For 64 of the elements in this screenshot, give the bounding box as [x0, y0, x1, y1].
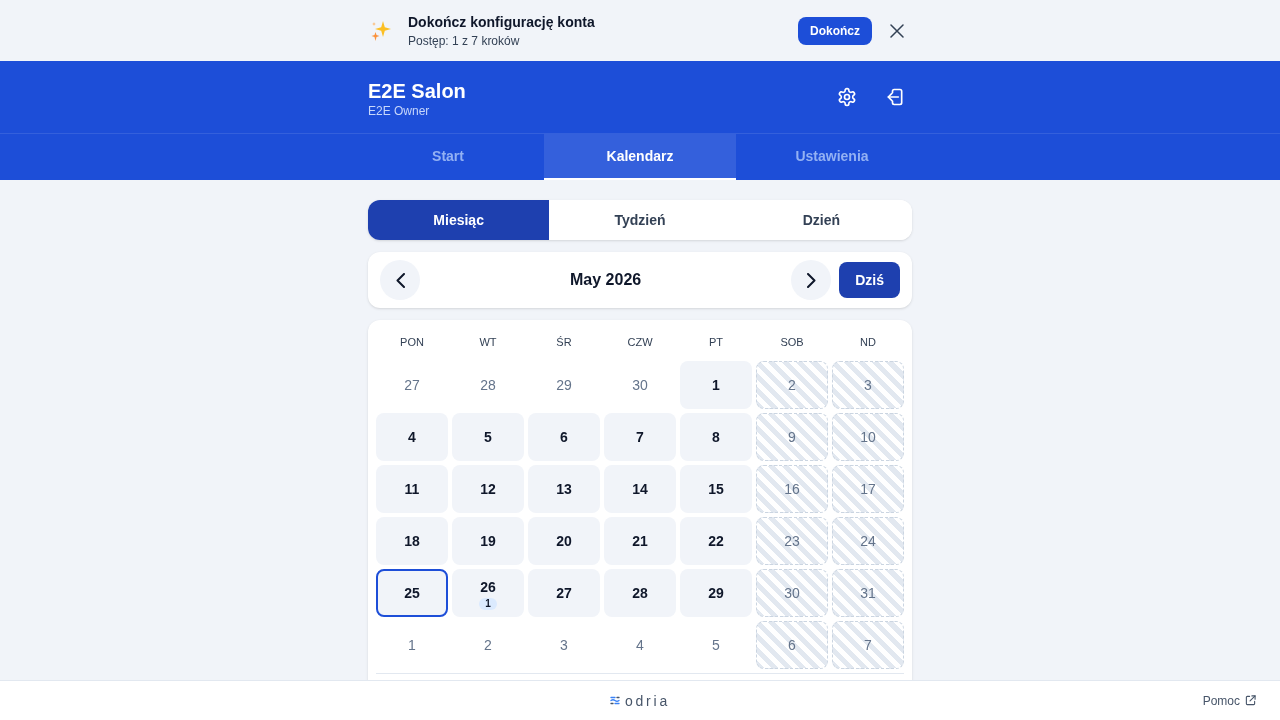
calendar-day[interactable]: 16: [756, 465, 828, 513]
calendar-day[interactable]: 1: [680, 361, 752, 409]
calendar-day[interactable]: 18: [376, 517, 448, 565]
calendar-day[interactable]: 11: [376, 465, 448, 513]
calendar-day[interactable]: 20: [528, 517, 600, 565]
chevron-left-icon: [395, 272, 405, 288]
logo-icon: [609, 696, 620, 705]
calendar-day[interactable]: 7: [832, 621, 904, 669]
weekday-label: PT: [708, 335, 724, 350]
close-icon: [890, 23, 904, 38]
user-role: E2E Owner: [368, 103, 431, 119]
calendar-day[interactable]: 3: [832, 361, 904, 409]
weekday-label: PON: [400, 335, 424, 350]
calendar-day[interactable]: 22: [680, 517, 752, 565]
calendar-day[interactable]: 7: [604, 413, 676, 461]
calendar-day[interactable]: 23: [756, 517, 828, 565]
external-link-icon: [1245, 695, 1256, 706]
close-button[interactable]: [888, 21, 906, 40]
calendar-day[interactable]: 30: [756, 569, 828, 617]
next-month-button[interactable]: [791, 260, 832, 300]
calendar-day[interactable]: 13: [528, 465, 600, 513]
calendar-day[interactable]: 27: [528, 569, 600, 617]
calendar-day[interactable]: 31: [832, 569, 904, 617]
banner-title: Dokończ konfigurację konta: [408, 13, 595, 32]
weekday-label: WT: [479, 335, 497, 350]
weekday-label: SOB: [780, 335, 804, 350]
weekday-label: CZW: [627, 335, 653, 350]
event-count-badge: 1: [479, 597, 497, 610]
salon-name: E2E Salon: [368, 79, 466, 103]
view-tab[interactable]: Miesiąc: [368, 200, 550, 240]
previous-month-button[interactable]: [380, 260, 420, 300]
nav-tab[interactable]: Kalendarz: [544, 134, 736, 180]
calendar-day[interactable]: 14: [604, 465, 676, 513]
calendar-day[interactable]: 10: [832, 413, 904, 461]
calendar-day[interactable]: 26 1: [452, 569, 524, 617]
chevron-right-icon: [806, 272, 816, 288]
month-title: May 2026: [570, 270, 642, 290]
calendar-day[interactable]: 19: [452, 517, 524, 565]
view-tab[interactable]: Dzień: [730, 200, 912, 240]
calendar-day[interactable]: 8: [680, 413, 752, 461]
calendar-day[interactable]: 4: [376, 413, 448, 461]
view-tab[interactable]: Tydzień: [549, 200, 731, 240]
calendar-day[interactable]: 15: [680, 465, 752, 513]
today-button[interactable]: Dziś: [839, 262, 900, 298]
calendar-day[interactable]: 9: [756, 413, 828, 461]
calendar-day[interactable]: 25: [376, 569, 448, 617]
weekday-label: ND: [860, 335, 876, 350]
calendar-day[interactable]: 29: [680, 569, 752, 617]
calendar-day[interactable]: 2: [756, 361, 828, 409]
calendar-day[interactable]: 12: [452, 465, 524, 513]
brand-name: odria: [624, 692, 671, 709]
calendar-day[interactable]: 6: [528, 413, 600, 461]
settings-icon: [837, 87, 857, 107]
calendar-day[interactable]: 6: [756, 621, 828, 669]
weekday-label: ŚR: [556, 335, 572, 350]
help-link[interactable]: Pomoc: [1202, 691, 1256, 710]
finish-button[interactable]: Dokończ: [798, 16, 872, 45]
calendar-day[interactable]: 5: [452, 413, 524, 461]
calendar-day[interactable]: 28: [604, 569, 676, 617]
sign-out-icon: [885, 87, 905, 107]
calendar-day[interactable]: 21: [604, 517, 676, 565]
calendar-day[interactable]: 17: [832, 465, 904, 513]
calendar-day[interactable]: 24: [832, 517, 904, 565]
banner-subtitle: Postęp: 1 z 7 kroków: [408, 33, 521, 49]
